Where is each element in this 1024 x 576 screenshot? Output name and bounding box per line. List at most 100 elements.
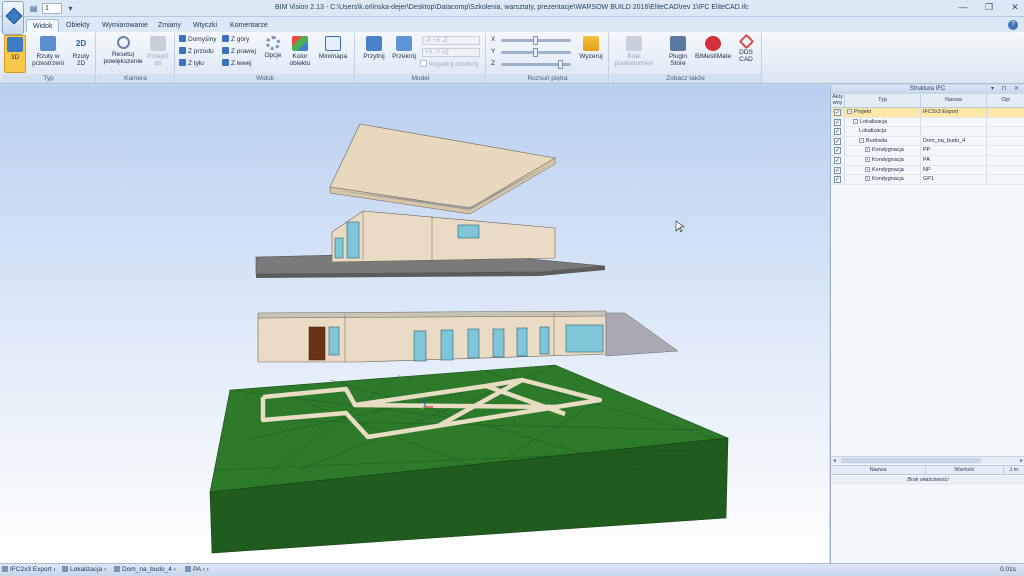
app-menu-button[interactable] <box>2 1 24 35</box>
tab-wtyczki[interactable]: Wtyczki <box>187 19 223 32</box>
tree-row-typ: − Projekt <box>845 108 921 117</box>
tree-row[interactable]: ✓ Lokalizacja <box>831 127 1024 137</box>
active-checkbox[interactable]: ✓ <box>834 166 841 174</box>
close-button[interactable]: ✕ <box>1008 2 1022 13</box>
expand-icon[interactable]: + <box>865 166 870 172</box>
slider-x[interactable] <box>501 36 571 45</box>
terrain-block <box>209 364 729 554</box>
wypelnij-przekroj-checkbox[interactable]: Wypełnij przekrój <box>420 60 478 70</box>
breadcrumb-kondygnacja[interactable]: PA › › <box>185 564 209 576</box>
tree-row-nazwa: IFC2x3 Export <box>921 108 987 117</box>
breadcrumb-projekt[interactable]: IFC2x3 Export › <box>2 564 56 576</box>
active-checkbox[interactable]: ✓ <box>834 137 841 145</box>
left-view-icon <box>222 59 229 66</box>
tree-row[interactable]: ✓ − Lokalizacja <box>831 117 1024 128</box>
minimapa-button[interactable]: Minimapa <box>318 35 348 60</box>
panel-title: Struktura IFC <box>909 86 946 92</box>
store-icon <box>670 36 686 51</box>
col-opis[interactable]: Opi <box>987 94 1024 107</box>
breadcrumb-lokalizacja-label: Lokalizacja <box>70 566 103 573</box>
tab-obiekty[interactable]: Obiekty <box>60 19 96 32</box>
z-gory-label: Z góry <box>231 36 250 43</box>
plan-2d-icon: 2D <box>75 39 87 48</box>
slider-z[interactable] <box>501 60 571 69</box>
slider-x-knob[interactable] <box>533 36 538 45</box>
wyzeruj-button[interactable]: Wyzeruj <box>577 35 605 60</box>
active-checkbox[interactable]: ✓ <box>834 118 841 126</box>
collapse-icon[interactable]: − <box>853 118 858 124</box>
scroll-right-icon[interactable]: ▸ <box>1020 457 1023 464</box>
panel-window-controls[interactable]: ▾ ⊓ ✕ <box>991 85 1022 94</box>
domyslny-button[interactable]: Domyślny <box>179 35 217 45</box>
z-prawej-button[interactable]: Z prawej <box>222 47 256 57</box>
col-prop-jm[interactable]: J.m. <box>1004 466 1024 474</box>
3d-viewport[interactable] <box>0 85 829 563</box>
tree-row[interactable]: ✓ + Kondygnacja GP1 <box>831 175 1024 185</box>
roof-slab <box>329 123 556 215</box>
opcje-button[interactable]: Opcje <box>262 35 284 59</box>
tree-row-typ-label: Budowla <box>866 137 888 144</box>
slider-z-knob[interactable] <box>557 60 563 69</box>
expand-icon[interactable]: + <box>865 147 870 153</box>
active-checkbox[interactable]: ✓ <box>834 176 841 184</box>
scrollbar-thumb[interactable] <box>841 458 981 463</box>
active-checkbox[interactable]: ✓ <box>834 147 841 155</box>
kolor-obiektu-button[interactable]: Kolor obiektu <box>286 35 314 67</box>
tree-horizontal-scrollbar[interactable]: ◂ ▸ <box>831 456 1024 464</box>
breadcrumb-lokalizacja[interactable]: Lokalizacja › <box>62 564 106 576</box>
active-checkbox[interactable]: ✓ <box>834 156 841 164</box>
tree-row[interactable]: ✓ + Kondygnacja NP <box>831 165 1024 176</box>
collapse-icon[interactable]: − <box>859 137 864 143</box>
col-aktywny[interactable]: Akty wny <box>831 94 845 107</box>
tab-wymiarowanie[interactable]: Wymiarowanie <box>96 19 154 32</box>
col-typ[interactable]: Typ <box>845 94 921 107</box>
tab-zmiany[interactable]: Zmiany <box>152 19 187 32</box>
dds-cad-button[interactable]: DDS CAD <box>734 33 758 63</box>
przekroj-button[interactable]: Przekrój <box>390 35 418 60</box>
tree-row[interactable]: ✓ + Kondygnacja PP <box>831 146 1024 156</box>
z-przodu-label: Z przodu <box>188 48 214 55</box>
resetuj-powiekszenie-button[interactable]: Resetuj powiększenie <box>101 35 145 65</box>
slider-y-knob[interactable] <box>533 48 538 57</box>
group-widok: Domyślny Z góry Z przodu Z prawej Z tyłu… <box>176 33 355 83</box>
rzuty-przestrzeni-button[interactable]: Rzuty w przestrzeni <box>30 35 66 67</box>
scroll-left-icon[interactable]: ◂ <box>833 457 836 464</box>
expand-icon[interactable]: + <box>865 176 870 182</box>
breadcrumb-budowla[interactable]: Dom_na_budo_4 › <box>114 564 176 576</box>
tree-row-active-cell: ✓ <box>831 165 845 175</box>
collapse-icon[interactable]: − <box>847 109 852 114</box>
help-icon[interactable]: ? <box>1008 20 1018 30</box>
open-folder-icon[interactable]: ▤ <box>28 3 39 14</box>
tree-row-typ-label: Projekt <box>854 109 872 115</box>
tree-row[interactable]: ✓ − Projekt IFC2x3 Export <box>831 108 1024 118</box>
maximize-button[interactable]: ❐ <box>982 2 996 13</box>
przytnij-button[interactable]: Przytnij <box>360 35 388 60</box>
plugin-store-button[interactable]: Plugin Store <box>664 35 692 67</box>
view-3d-button[interactable]: 3D <box>4 35 26 73</box>
col-nazwa[interactable]: Nazwa <box>921 94 987 107</box>
col-prop-nazwa[interactable]: Nazwa <box>831 466 926 474</box>
przytnij-label: Przytnij <box>363 53 385 60</box>
minimize-button[interactable]: — <box>956 2 970 13</box>
slider-y[interactable] <box>501 48 571 57</box>
bimestimate-button[interactable]: BIMestiMate <box>694 35 732 60</box>
qat-project-field[interactable]: 1 <box>42 3 62 14</box>
qat-dropdown-icon[interactable]: ▾ <box>65 3 76 14</box>
z-gory-button[interactable]: Z góry <box>222 35 249 45</box>
przejdz-do-button[interactable]: Przejdź do <box>145 35 171 67</box>
tree-row[interactable]: ✓ − Budowla Dom_na_budo_4 <box>831 136 1024 147</box>
active-checkbox[interactable]: ✓ <box>834 109 841 116</box>
tree-row[interactable]: ✓ + Kondygnacja PA <box>831 155 1024 166</box>
z-przodu-button[interactable]: Z przodu <box>179 47 214 57</box>
col-prop-wartosc[interactable]: Wartość <box>926 466 1004 474</box>
z-tylu-button[interactable]: Z tyłu <box>179 59 204 69</box>
brak-powiadomien-button[interactable]: Brak powiadomień <box>614 35 654 67</box>
tab-widok[interactable]: Widok <box>26 19 60 32</box>
tree-row-nazwa: PP <box>921 146 987 155</box>
expand-icon[interactable]: + <box>865 156 870 162</box>
active-checkbox[interactable]: ✓ <box>834 128 841 136</box>
slider-y-label: Y <box>491 48 496 55</box>
rzuty-2d-button[interactable]: 2D Rzuty 2D <box>68 35 94 67</box>
z-lewej-button[interactable]: Z lewej <box>222 59 252 69</box>
tab-komentarze[interactable]: Komentarze <box>224 19 274 32</box>
